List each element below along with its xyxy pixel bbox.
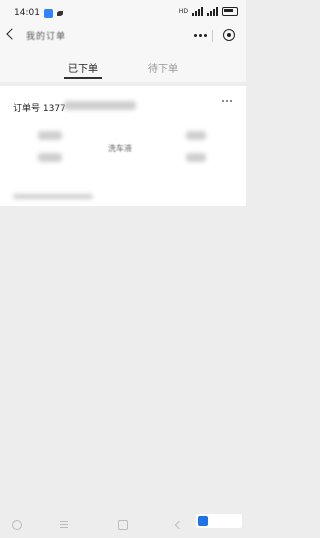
status-bar: 14:01 HD [0, 0, 246, 26]
back-arrow-icon[interactable] [6, 28, 18, 40]
tab-pending[interactable]: 待下单 [148, 60, 178, 75]
bird-notification-icon [56, 9, 65, 18]
back-triangle-icon[interactable] [174, 520, 184, 530]
battery-icon [222, 7, 238, 16]
app-notification-icon [43, 8, 53, 18]
capsule-divider [212, 30, 213, 42]
redacted-info-right-bottom [186, 153, 206, 162]
product-name: 洗车液 [108, 144, 132, 153]
redacted-info-right-top [186, 131, 206, 140]
order-card[interactable]: 订单号 1377 洗车液 [0, 86, 246, 206]
recents-square-icon[interactable] [118, 520, 128, 530]
page-title: 我的订单 [26, 32, 67, 42]
redacted-info-left-top [38, 131, 62, 140]
home-circle-icon[interactable] [12, 520, 22, 530]
tab-placed[interactable]: 已下单 [68, 60, 98, 75]
active-tab-indicator [64, 77, 102, 79]
signal-icon [192, 7, 203, 16]
status-indicators: HD [179, 7, 238, 16]
screen: 14:01 HD 我的订单 已下单 待下单 订单号 1377 洗车液 [0, 0, 246, 538]
status-time: 14:01 [14, 8, 40, 18]
menu-icon[interactable] [60, 520, 68, 528]
signal-icon-secondary [207, 7, 218, 16]
order-number: 订单号 1377 [13, 104, 66, 114]
order-number-redacted [64, 101, 136, 110]
redacted-footer-text [13, 194, 93, 199]
redacted-info-left-bottom [38, 153, 62, 162]
order-tabs: 已下单 待下单 [0, 46, 246, 82]
more-dots-icon[interactable] [194, 34, 207, 37]
card-more-icon[interactable] [222, 100, 232, 102]
watermark-logo-icon [198, 516, 208, 526]
watermark-logo [196, 514, 242, 528]
nav-bar: 我的订单 [0, 26, 246, 46]
close-target-icon[interactable] [223, 29, 235, 41]
network-type-label: HD [178, 8, 188, 15]
